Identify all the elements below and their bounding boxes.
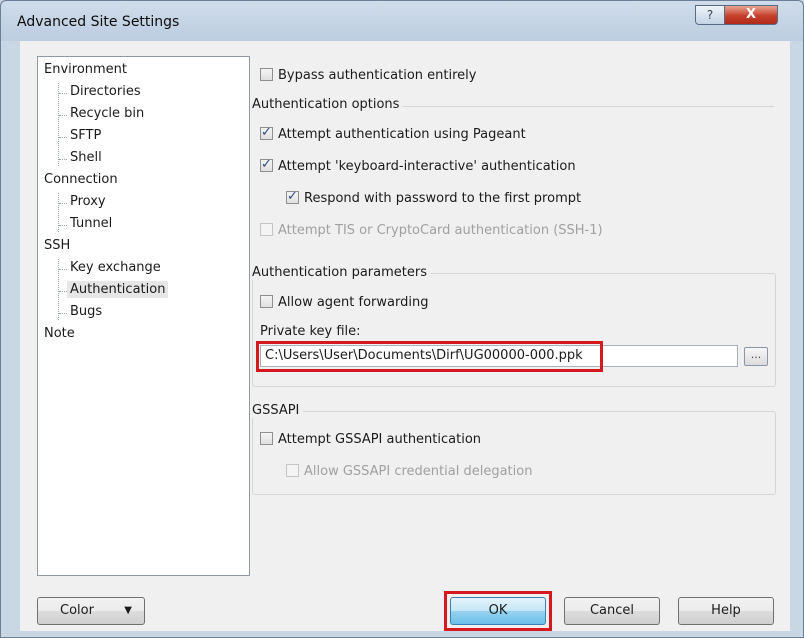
tree-item-authentication[interactable]: Authentication xyxy=(67,281,169,298)
tree-connector xyxy=(59,203,67,204)
tree-connector xyxy=(59,159,67,160)
tree-connector xyxy=(59,93,67,94)
title-bar[interactable]: Advanced Site Settings ? X xyxy=(1,1,803,41)
checkbox-label: Bypass authentication entirely xyxy=(278,68,477,83)
tree-item-shell[interactable]: Shell xyxy=(70,149,102,166)
color-dropdown-button[interactable]: Color ▼ xyxy=(37,597,145,625)
tree-connector xyxy=(59,313,67,314)
tree-connector xyxy=(59,225,67,226)
browse-button[interactable]: ... xyxy=(744,347,768,366)
checkbox-label: Attempt authentication using Pageant xyxy=(278,127,526,142)
dialog-body: Environment Directories Recycle bin SFTP… xyxy=(20,41,790,631)
pageant-checkbox[interactable]: Attempt authentication using Pageant xyxy=(260,125,526,142)
cancel-button[interactable]: Cancel xyxy=(564,597,660,625)
tree-connector xyxy=(59,291,67,292)
respond-password-checkbox[interactable]: Respond with password to the first promp… xyxy=(286,189,582,206)
tree-item-recycle-bin[interactable]: Recycle bin xyxy=(70,105,144,122)
advanced-site-settings-dialog: Advanced Site Settings ? X Environment D… xyxy=(0,0,804,638)
checkbox-box[interactable] xyxy=(260,125,273,140)
checkbox-label: Respond with password to the first promp… xyxy=(304,191,582,206)
gssapi-heading: GSSAPI xyxy=(252,403,304,418)
help-button[interactable]: Help xyxy=(678,597,774,625)
tree-item-sftp[interactable]: SFTP xyxy=(70,127,101,144)
authentication-parameters-heading: Authentication parameters xyxy=(252,265,431,280)
checkbox-label: Attempt 'keyboard-interactive' authentic… xyxy=(278,159,576,174)
checkbox-box[interactable] xyxy=(286,189,299,204)
checkbox-box[interactable] xyxy=(260,157,273,172)
checkbox-box[interactable] xyxy=(260,432,273,445)
tree-item-connection[interactable]: Connection xyxy=(44,171,118,188)
checkbox-label: Allow agent forwarding xyxy=(278,295,429,310)
checkbox-box[interactable] xyxy=(260,295,273,308)
authentication-options-heading: Authentication options xyxy=(252,97,404,112)
gssapi-delegation-checkbox[interactable]: Allow GSSAPI credential delegation xyxy=(286,464,532,479)
checkbox-box[interactable] xyxy=(260,223,273,236)
private-key-label: Private key file: xyxy=(260,324,361,339)
tree-connector xyxy=(59,269,67,270)
close-button[interactable]: X xyxy=(724,5,778,25)
gssapi-attempt-checkbox[interactable]: Attempt GSSAPI authentication xyxy=(260,432,481,447)
tree-connector xyxy=(58,193,59,232)
keyboard-interactive-checkbox[interactable]: Attempt 'keyboard-interactive' authentic… xyxy=(260,157,576,174)
checkbox-label: Allow GSSAPI credential delegation xyxy=(304,464,533,479)
checkbox-label: Attempt TIS or CryptoCard authentication… xyxy=(278,223,603,238)
tree-connector xyxy=(59,115,67,116)
tree-item-tunnel[interactable]: Tunnel xyxy=(70,215,112,232)
bypass-authentication-checkbox[interactable]: Bypass authentication entirely xyxy=(260,68,476,83)
color-button-label: Color xyxy=(60,603,94,618)
settings-tree[interactable]: Environment Directories Recycle bin SFTP… xyxy=(37,56,250,576)
tree-connector xyxy=(58,83,59,166)
checkbox-box[interactable] xyxy=(260,68,273,81)
tree-item-bugs[interactable]: Bugs xyxy=(70,303,102,320)
tree-connector xyxy=(59,137,67,138)
ok-button[interactable]: OK xyxy=(450,597,546,625)
dialog-title: Advanced Site Settings xyxy=(17,14,180,30)
tree-item-key-exchange[interactable]: Key exchange xyxy=(70,259,161,276)
agent-forwarding-checkbox[interactable]: Allow agent forwarding xyxy=(260,295,428,310)
tree-item-environment[interactable]: Environment xyxy=(44,61,127,78)
gssapi-group xyxy=(252,411,776,495)
checkbox-box[interactable] xyxy=(286,464,299,477)
tree-item-proxy[interactable]: Proxy xyxy=(70,193,106,210)
tis-cryptocard-checkbox[interactable]: Attempt TIS or CryptoCard authentication… xyxy=(260,223,603,238)
title-help-button[interactable]: ? xyxy=(695,5,725,25)
tree-item-ssh[interactable]: SSH xyxy=(44,237,70,254)
tree-item-directories[interactable]: Directories xyxy=(70,83,141,100)
private-key-file-input[interactable]: C:\Users\User\Documents\Dirf\UG00000-000… xyxy=(260,345,738,367)
chevron-down-icon: ▼ xyxy=(124,605,132,616)
checkbox-label: Attempt GSSAPI authentication xyxy=(278,432,482,447)
tree-item-note[interactable]: Note xyxy=(44,325,75,342)
